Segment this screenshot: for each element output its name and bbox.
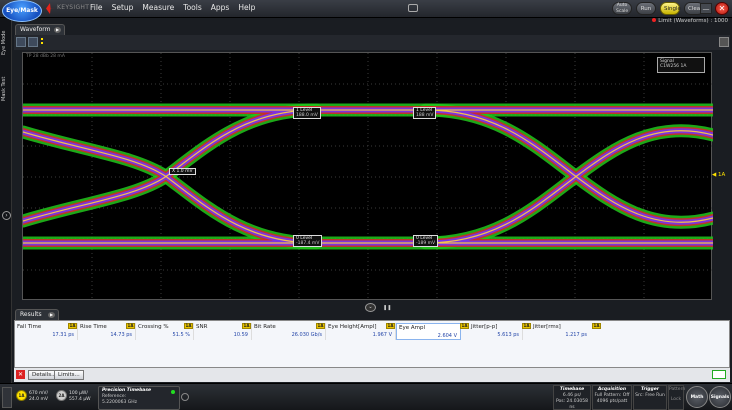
menu-file[interactable]: File (90, 3, 103, 12)
signal-legend[interactable]: Signal C1W256 1A (657, 57, 705, 73)
status-bar: 1A 670 mV/ 24.0 mV 2A 100 µW/ 557.4 µW P… (0, 383, 732, 410)
channel-badge: 1A (242, 323, 251, 329)
marker-crossing[interactable]: X 1.0 mV (169, 168, 196, 175)
auto-scale-button[interactable]: Auto Scale (612, 2, 632, 15)
menu-tools[interactable]: Tools (183, 3, 201, 12)
keysight-logo-icon (46, 3, 55, 14)
tab-results-label: Results (20, 311, 42, 318)
marker-1-level-left[interactable]: 1 Level 188.0 mV (293, 107, 321, 119)
channel-badge: 1A (522, 323, 531, 329)
limit-status: Limit (Waveforms) : 1000 (652, 18, 728, 24)
minimize-button[interactable]: — (700, 3, 712, 14)
menu-bar: File Setup Measure Tools Apps Help (90, 3, 255, 12)
channel-1a-button[interactable]: 1A (16, 390, 27, 401)
status-led-icon (171, 390, 175, 394)
channel-badge: 1A (592, 323, 601, 329)
pause-icon[interactable]: ❚❚ (383, 305, 391, 311)
waveform-toolbar (14, 35, 730, 50)
meas-eye-height[interactable]: Eye Height[Ampl] 1A 1.967 V (326, 323, 396, 340)
meas-snr[interactable]: SNR 1A 10.59 (194, 323, 252, 340)
marker-0-level-left[interactable]: 0 Level -187.4 mV (293, 235, 323, 247)
channel-badge: 1A (316, 323, 325, 329)
plot-grid (23, 53, 713, 301)
measurement-row: Fall Time 1A 17.31 ps Rise Time 1A 14.73… (15, 323, 731, 340)
channel-badge: 1A (184, 323, 193, 329)
play-arrow-icon[interactable]: ▶ (54, 27, 61, 33)
results-toggle-icon[interactable] (712, 370, 726, 379)
meas-jitter-rms[interactable]: 1A Jitter[rms] 1A 1.217 ps (522, 323, 601, 340)
results-toolbar: ✕ Details... Limits... (14, 368, 730, 382)
run-button[interactable]: Run (636, 2, 656, 15)
eye-diagram-svg (23, 53, 713, 301)
menu-measure[interactable]: Measure (142, 3, 174, 12)
channel-1a-marker[interactable]: ◀ 1A (712, 172, 725, 178)
menu-help[interactable]: Help (238, 3, 255, 12)
math-button[interactable]: Math (686, 386, 708, 408)
side-tab-mask-test[interactable]: Mask Test (1, 68, 11, 110)
zoom-tool-icon[interactable] (16, 37, 26, 47)
channel-2a-button[interactable]: 2A (56, 390, 67, 401)
camera-icon[interactable] (408, 4, 418, 12)
title-bar: Eye/Mask KEYSIGHT File Setup Measure Too… (0, 0, 732, 22)
meas-fall-time[interactable]: Fall Time 1A 17.31 ps (15, 323, 78, 340)
settings-knob-icon[interactable] (181, 393, 189, 401)
collapse-results-icon[interactable]: ⌄ (365, 303, 376, 312)
eye-band-outer (23, 125, 323, 250)
results-table: Fall Time 1A 17.31 ps Rise Time 1A 14.73… (14, 320, 730, 368)
clear-results-icon[interactable]: ✕ (16, 370, 25, 379)
channel-badge: 1A (126, 323, 135, 329)
marker-1-level-right[interactable]: 1 Level 188 mV (413, 107, 437, 119)
brand-name: KEYSIGHT (57, 4, 90, 11)
acquisition-panel[interactable]: Acquisition Full Pattern: Off 4096 pts/p… (592, 385, 632, 410)
pointer-tool-icon[interactable] (28, 37, 38, 47)
meas-eye-ampl[interactable]: Eye Ampl 2.604 V (396, 323, 461, 340)
layout-icon[interactable] (719, 37, 729, 47)
menu-apps[interactable]: Apps (211, 3, 230, 12)
channel-1a-scale: 670 mV/ 24.0 mV (29, 391, 48, 402)
tab-waveform-label: Waveform (20, 26, 51, 33)
close-button[interactable]: ✕ (715, 2, 729, 15)
handle-dots-icon (41, 38, 43, 40)
limit-status-text: Limit (Waveforms) : 1000 (658, 18, 728, 24)
meas-bit-rate[interactable]: Bit Rate 1A 26.030 Gb/s (252, 323, 326, 340)
channel-badge: 1A (68, 323, 77, 329)
marker-0-level-right[interactable]: 0 Level -189 mV (413, 235, 439, 247)
tab-waveform[interactable]: Waveform ▶ (15, 24, 65, 35)
channel-2a-scale: 100 µW/ 557.4 µW (69, 391, 91, 402)
single-button[interactable]: Single (660, 2, 681, 15)
eye-mask-mode-button[interactable]: Eye/Mask (2, 0, 42, 22)
plot-label: TP 28 dBb 28 mA (26, 54, 65, 59)
signal-legend-value: C1W256 1A (660, 64, 687, 69)
meas-jitter-pp[interactable]: 1A Jitter[p-p] 5.613 ps (460, 323, 523, 340)
eye-band-outer (23, 103, 323, 228)
run-controls: Auto Scale Run Single Clear (612, 2, 704, 15)
channel-badge: 1A (460, 323, 469, 329)
limits-button[interactable]: Limits... (54, 370, 84, 380)
precision-timebase-panel[interactable]: Precision Timebase Reference: 5.2200063 … (98, 386, 180, 410)
expand-panel-icon[interactable]: › (2, 211, 11, 220)
meas-rise-time[interactable]: Rise Time 1A 14.73 ps (78, 323, 136, 340)
play-arrow-icon[interactable]: ▶ (48, 312, 55, 318)
timebase-panel[interactable]: Timebase 6.46 ps/ Pos: 24.03058 ns (553, 385, 591, 410)
side-tabs: Eye Mode Mask Test › (0, 18, 12, 383)
tab-results[interactable]: Results ▶ (15, 309, 59, 320)
limit-indicator-icon (652, 18, 657, 22)
pattern-lock-panel[interactable]: Pattern Lock (668, 385, 685, 410)
meas-crossing[interactable]: Crossing % 1A 51.5 % (136, 323, 194, 340)
channel-badge: 1A (386, 323, 395, 329)
trigger-panel[interactable]: Trigger Src: Free Run (633, 385, 667, 410)
channel-panel-icon[interactable] (2, 387, 12, 408)
side-tab-eye-mode[interactable]: Eye Mode (1, 24, 11, 62)
menu-setup[interactable]: Setup (112, 3, 134, 12)
eye-diagram-plot[interactable]: TP 28 dBb 28 mA Signal C1W256 1A 1 Level… (22, 52, 713, 301)
signals-button[interactable]: Signals (709, 386, 731, 408)
